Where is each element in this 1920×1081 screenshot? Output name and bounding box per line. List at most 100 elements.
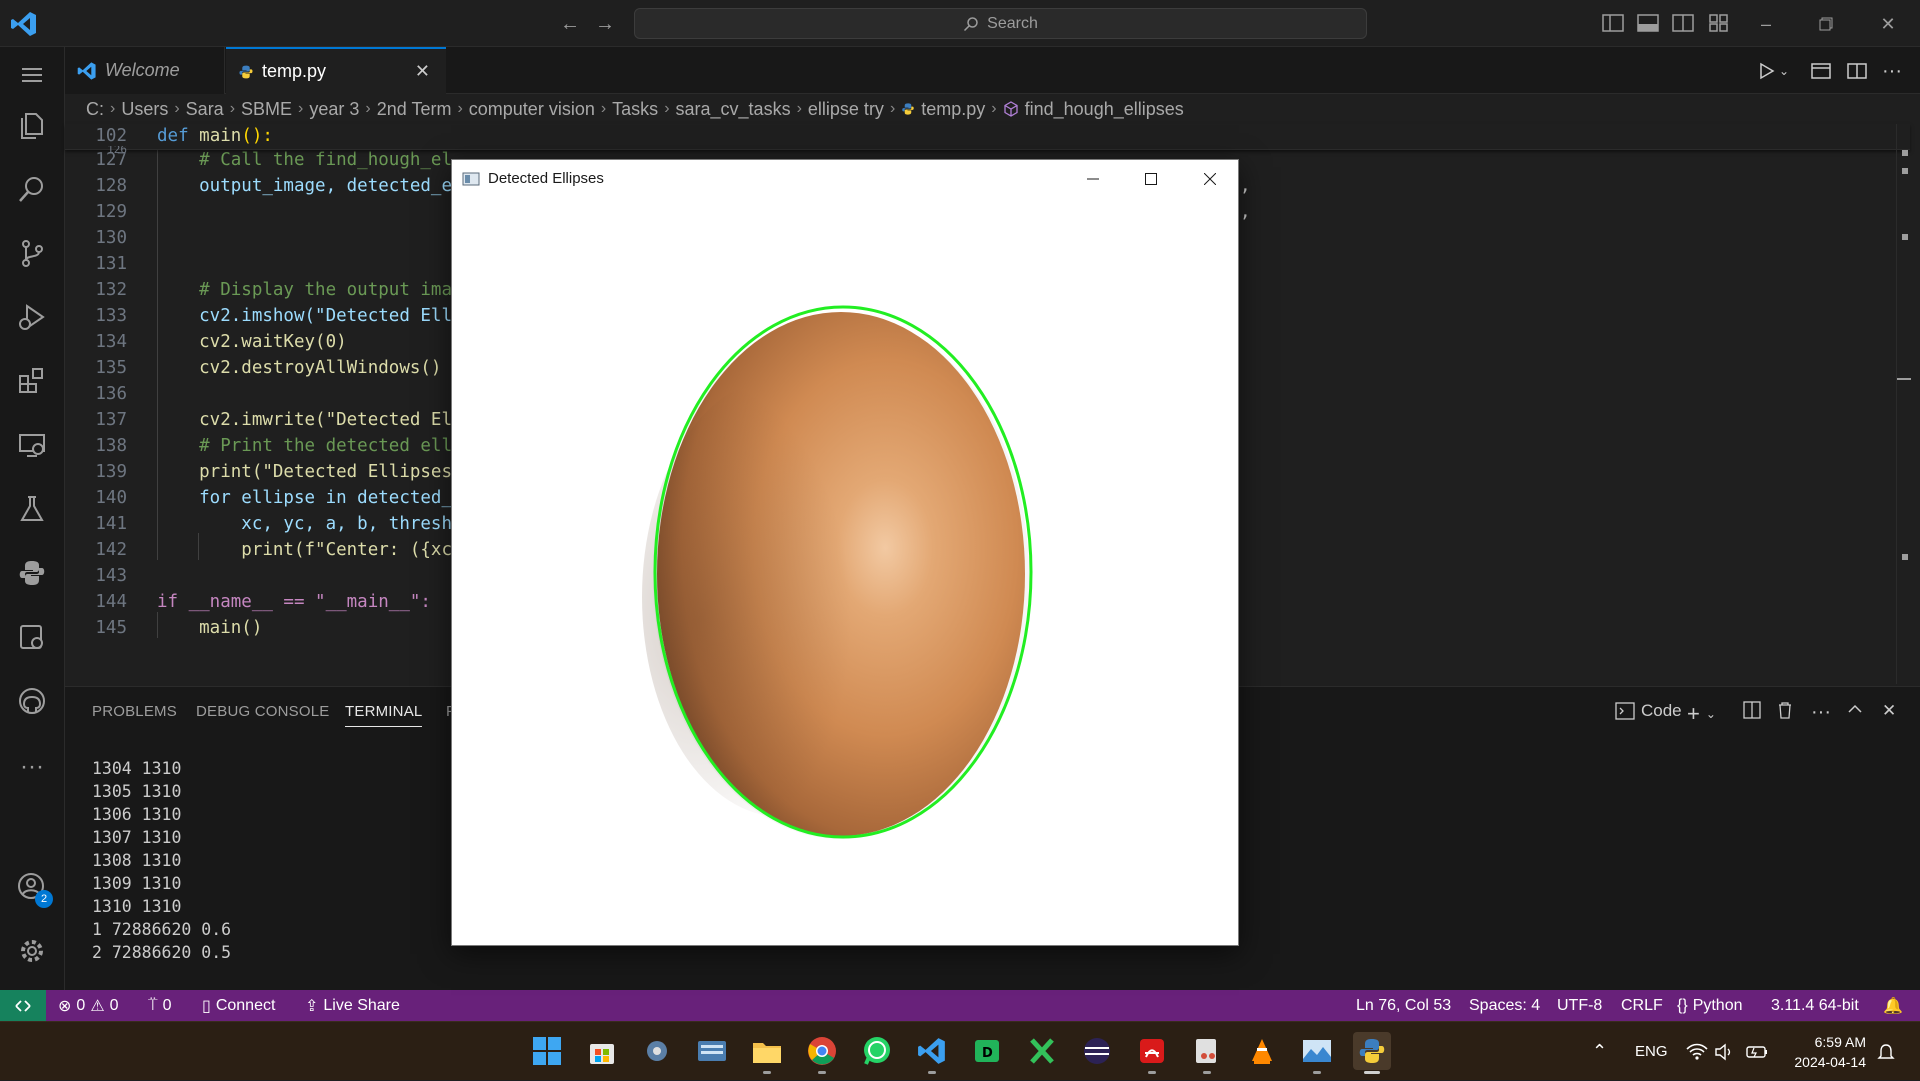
github-icon[interactable] (14, 683, 50, 719)
start-icon[interactable] (528, 1032, 566, 1070)
more-views-icon[interactable]: ··· (14, 749, 50, 785)
encoding-status[interactable]: UTF-8 (1557, 990, 1602, 1021)
desktop-app-icon[interactable]: D (968, 1032, 1006, 1070)
line-number: 140 (95, 488, 127, 508)
battery-icon[interactable] (1746, 1022, 1768, 1081)
python-icon[interactable] (1353, 1032, 1391, 1074)
ports-status[interactable]: ⍡ 0 (148, 990, 172, 1021)
minimize-icon[interactable] (1064, 160, 1122, 197)
remote-indicator-icon[interactable] (0, 990, 46, 1021)
tab-debug-console[interactable]: DEBUG CONSOLE (196, 703, 329, 720)
photos-icon[interactable] (1298, 1032, 1336, 1074)
manage-gear-icon[interactable] (14, 933, 50, 969)
breadcrumb-item[interactable]: computer vision (469, 99, 595, 120)
trash-icon[interactable] (1777, 701, 1793, 719)
restore-window-icon[interactable] (1813, 11, 1839, 37)
split-editor-icon[interactable] (1847, 59, 1867, 83)
new-terminal-icon[interactable]: + ⌄ (1687, 701, 1716, 727)
snipping-tool-icon[interactable] (1188, 1032, 1226, 1074)
close-window-icon[interactable]: ✕ (1875, 11, 1901, 37)
tab-problems[interactable]: PROBLEMS (92, 703, 177, 720)
breadcrumb-item[interactable]: Users (121, 99, 168, 120)
notification-center-icon[interactable] (1877, 1022, 1895, 1081)
maximize-panel-icon[interactable] (1847, 701, 1863, 717)
more-actions-icon[interactable]: ··· (1882, 59, 1902, 83)
store-icon[interactable] (583, 1032, 621, 1070)
menu-icon[interactable] (14, 57, 50, 93)
notifications-bell-icon[interactable]: 🔔 (1883, 990, 1903, 1021)
run-python-file-icon[interactable]: ⌄ (1757, 59, 1789, 83)
more-actions-icon[interactable]: ··· (1811, 701, 1831, 724)
accounts-icon[interactable]: 2 (14, 869, 53, 908)
close-tab-icon[interactable]: ✕ (415, 61, 430, 82)
close-icon[interactable] (1181, 160, 1239, 197)
python-icon[interactable] (14, 555, 50, 591)
breadcrumb-item[interactable]: ellipse try (808, 99, 884, 120)
eclipse-icon[interactable] (1078, 1032, 1116, 1070)
code-line: for ellipse in detected_e (157, 488, 463, 508)
chevron-right-icon: › (796, 100, 802, 117)
run-debug-icon[interactable] (14, 299, 50, 335)
acrobat-icon[interactable] (1133, 1032, 1171, 1074)
open-preview-icon[interactable] (1811, 59, 1833, 83)
terminal-profile-button[interactable]: Code (1615, 701, 1682, 721)
volume-icon[interactable] (1714, 1022, 1734, 1081)
python-interpreter[interactable]: 3.11.4 64-bit (1771, 990, 1859, 1021)
testing-icon[interactable] (14, 491, 50, 527)
breadcrumb-item[interactable]: temp.py (921, 99, 985, 120)
vlc-icon[interactable] (1243, 1032, 1281, 1070)
extensions-icon[interactable] (14, 363, 50, 399)
database-icon: ▯ (202, 997, 211, 1015)
customize-layout-icon[interactable] (1708, 13, 1730, 33)
breadcrumb-item[interactable]: C: (86, 99, 104, 120)
breadcrumb-item[interactable]: Sara (186, 99, 224, 120)
close-panel-icon[interactable]: ✕ (1882, 701, 1896, 721)
code-line: cv2.waitKey(0) (157, 332, 347, 352)
vscode-icon[interactable] (913, 1032, 951, 1074)
tab-temp-py[interactable]: temp.py ✕ (226, 47, 446, 94)
connect-status[interactable]: ▯ Connect (202, 990, 275, 1021)
language-mode[interactable]: {} Python (1677, 990, 1743, 1021)
toggle-panel-icon[interactable] (1637, 13, 1659, 33)
forward-arrow-icon[interactable]: → (593, 12, 617, 36)
wifi-icon[interactable] (1686, 1022, 1708, 1081)
show-hidden-icons-icon[interactable]: ⌃ (1592, 1022, 1607, 1081)
docker-settings-icon[interactable] (14, 619, 50, 655)
keyboard-icon[interactable] (693, 1032, 731, 1070)
excel-like-icon[interactable] (1023, 1032, 1061, 1070)
minimize-window-icon[interactable]: – (1753, 11, 1779, 37)
command-center-search[interactable]: Search (634, 8, 1367, 39)
breadcrumb-item[interactable]: sara_cv_tasks (676, 99, 791, 120)
breadcrumb-item[interactable]: 2nd Term (377, 99, 452, 120)
settings-icon[interactable] (638, 1032, 676, 1070)
whatsapp-icon[interactable] (858, 1032, 896, 1070)
remote-explorer-icon[interactable] (14, 427, 50, 463)
tab-welcome[interactable]: Welcome (65, 47, 225, 94)
toggle-secondary-sidebar-icon[interactable] (1672, 13, 1694, 33)
eol-status[interactable]: CRLF (1621, 990, 1663, 1021)
file-explorer-icon[interactable] (748, 1032, 786, 1074)
tab-terminal[interactable]: TERMINAL (345, 703, 423, 727)
toggle-primary-sidebar-icon[interactable] (1602, 13, 1624, 33)
chevron-right-icon: › (889, 100, 896, 117)
maximize-icon[interactable] (1122, 160, 1180, 197)
cursor-position[interactable]: Ln 76, Col 53 (1356, 990, 1451, 1021)
search-icon[interactable] (14, 171, 50, 207)
breadcrumb-item[interactable]: year 3 (309, 99, 359, 120)
input-language[interactable]: ENG (1635, 1022, 1668, 1081)
terminal-line: 1305 1310 (92, 782, 182, 801)
clock[interactable]: 6:59 AM 2024-04-14 (1786, 1022, 1866, 1081)
problems-status[interactable]: ⊗ 0 ⚠ 0 (58, 990, 119, 1021)
back-arrow-icon[interactable]: ← (558, 12, 582, 36)
explorer-icon[interactable] (14, 107, 50, 143)
split-terminal-icon[interactable] (1743, 701, 1761, 719)
sticky-scroll-header[interactable]: 102 def main(): (65, 124, 1910, 150)
live-share-status[interactable]: ⇪ Live Share (305, 990, 400, 1021)
chrome-icon[interactable] (803, 1032, 841, 1074)
source-control-icon[interactable] (14, 235, 50, 271)
breadcrumb-item[interactable]: Tasks (612, 99, 658, 120)
indentation-status[interactable]: Spaces: 4 (1469, 990, 1540, 1021)
overview-ruler[interactable] (1896, 124, 1911, 684)
breadcrumb-item[interactable]: find_hough_ellipses (1025, 99, 1184, 120)
breadcrumb-item[interactable]: SBME (241, 99, 292, 120)
